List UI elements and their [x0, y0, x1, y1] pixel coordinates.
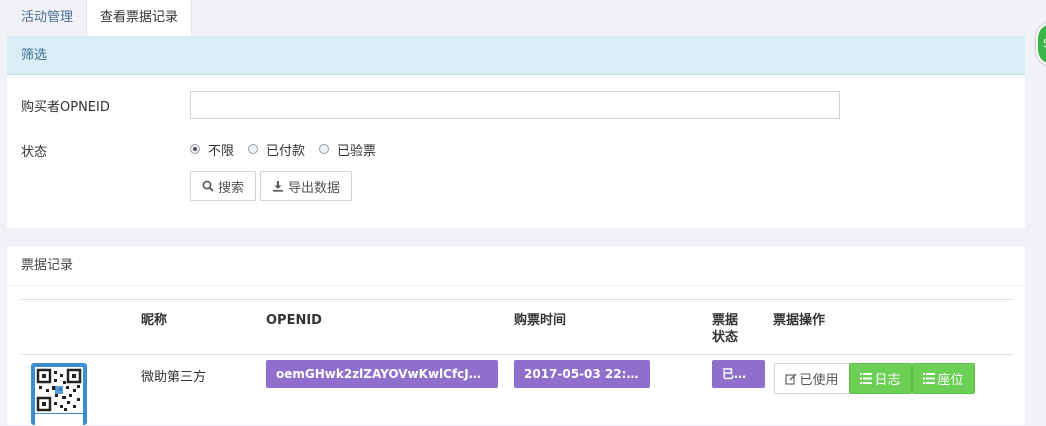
status-option-label: 已验票 [337, 143, 377, 159]
column-header-openid: OPENID [266, 313, 322, 328]
qr-code-icon [35, 367, 83, 413]
avatar-qr-code [31, 363, 87, 426]
column-header-nickname: 昵称 [141, 313, 168, 328]
radio-circle-icon [319, 144, 330, 154]
row-openid-badge: oemGHwk2zlZAYOVwKwlCfcJ9cec… [266, 360, 498, 388]
status-label: 状态 [21, 145, 48, 160]
filter-panel: 筛选 购买者OPNEID 状态 不限 已付款 已验票 搜索 导出数据 [7, 36, 1025, 228]
list-icon [860, 373, 873, 384]
column-header-purchase-time: 购票时间 [514, 313, 567, 328]
status-radio-group: 不限 已付款 已验票 [190, 140, 390, 159]
qr-code-caption [35, 414, 83, 426]
log-button-label: 日志 [874, 373, 901, 388]
top-tab-bar: 活动管理 查看票据记录 [0, 0, 1046, 36]
download-icon [272, 180, 284, 192]
tab-view-ticket-records[interactable]: 查看票据记录 [86, 0, 192, 36]
mark-used-label: 已使用 [799, 373, 839, 388]
floating-side-badge[interactable]: S [1036, 22, 1046, 66]
status-option-label: 已付款 [266, 143, 306, 159]
table-top-divider [21, 299, 1013, 300]
seat-button-label: 座位 [937, 373, 964, 388]
table-header-divider [21, 354, 1013, 355]
column-header-ticket-actions: 票据操作 [773, 313, 826, 328]
list-icon [923, 373, 936, 384]
status-radio-paid[interactable]: 已付款 [248, 140, 305, 159]
export-button[interactable]: 导出数据 [260, 171, 352, 201]
mark-used-button[interactable]: 已使用 [774, 363, 850, 394]
radio-circle-icon [190, 144, 200, 154]
edit-icon [785, 372, 798, 385]
openid-input[interactable] [190, 91, 840, 119]
filter-panel-title: 筛选 [7, 36, 1025, 75]
status-radio-any[interactable]: 不限 [190, 140, 234, 159]
row-status-badge: 已… [712, 360, 765, 388]
search-icon [202, 180, 214, 192]
search-button[interactable]: 搜索 [190, 171, 256, 201]
row-purchase-time-badge: 2017-05-03 22:43:31 [514, 360, 650, 388]
openid-label: 购买者OPNEID [21, 100, 110, 115]
radio-circle-icon [248, 144, 259, 154]
row-nickname: 微助第三方 [141, 370, 207, 385]
tab-activity-management[interactable]: 活动管理 [8, 0, 86, 36]
seat-button[interactable]: 座位 [912, 363, 975, 394]
status-radio-verified[interactable]: 已验票 [319, 140, 376, 159]
search-button-label: 搜索 [217, 180, 244, 196]
records-panel: 票据记录 昵称 OPENID 购票时间 票据状态 票据操作 微助第三方 oemG… [7, 246, 1025, 426]
status-option-label: 不限 [208, 143, 235, 159]
log-button[interactable]: 日志 [849, 363, 912, 394]
records-panel-title: 票据记录 [7, 246, 1025, 286]
export-button-label: 导出数据 [287, 180, 340, 196]
column-header-ticket-status: 票据状态 [712, 313, 739, 345]
